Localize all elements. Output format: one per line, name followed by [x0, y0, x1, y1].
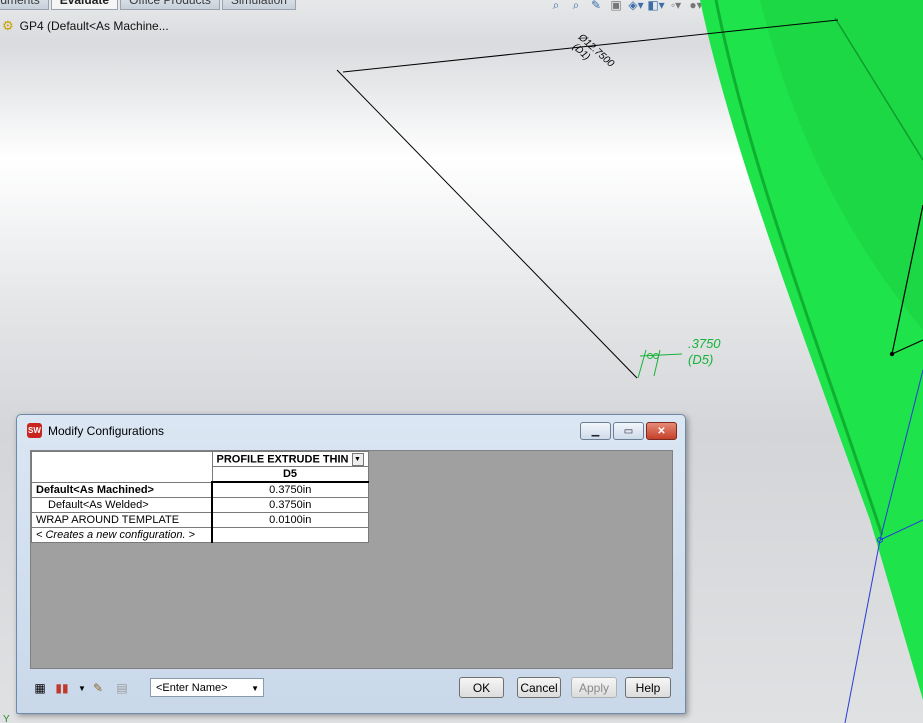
- triad-y-label: Y: [3, 714, 10, 723]
- table-row: WRAP AROUND TEMPLATE 0.0100in: [31, 512, 369, 528]
- chevron-down-icon[interactable]: ▼: [74, 680, 90, 696]
- blue-sketch-line: [844, 539, 881, 723]
- cancel-button[interactable]: Cancel: [517, 677, 561, 698]
- table-view-icon[interactable]: ▦: [32, 680, 48, 696]
- modify-configurations-dialog: SW Modify Configurations ▁ ▭ ✕ PROFILE E…: [16, 414, 686, 714]
- config-value-cell[interactable]: 0.3750in: [211, 497, 369, 513]
- config-value-cell[interactable]: 0.0100in: [211, 512, 369, 528]
- dropdown-arrow-icon[interactable]: ▼: [351, 452, 364, 466]
- table-corner: [31, 451, 213, 483]
- sketch-line: [336, 69, 638, 379]
- configuration-table-area: PROFILE EXTRUDE THIN ▼ D5 Default<As Mach…: [30, 450, 673, 669]
- ok-button[interactable]: OK: [459, 677, 504, 698]
- minimize-button[interactable]: ▁: [580, 422, 611, 440]
- config-name-cell[interactable]: Default<As Welded>: [31, 497, 213, 513]
- chevron-down-icon: ▼: [251, 684, 259, 693]
- config-name-cell[interactable]: WRAP AROUND TEMPLATE: [31, 512, 213, 528]
- dialog-title: Modify Configurations: [48, 423, 165, 438]
- configuration-table: PROFILE EXTRUDE THIN ▼ D5 Default<As Mach…: [31, 451, 369, 543]
- empty-value-cell: [211, 527, 369, 543]
- dimension-column-header[interactable]: D5: [211, 466, 369, 483]
- disk-icon[interactable]: ▤: [114, 680, 130, 696]
- close-button[interactable]: ✕: [646, 422, 677, 440]
- solidworks-logo-icon: SW: [27, 423, 42, 438]
- table-row: < Creates a new configuration. >: [31, 527, 369, 543]
- dialog-footer: ▦ ▮▮ ▼ ✎ ▤ <Enter Name> ▼ OK Cancel Appl…: [30, 677, 671, 703]
- save-table-icon[interactable]: ✎: [90, 680, 106, 696]
- dialog-titlebar[interactable]: SW Modify Configurations: [27, 423, 164, 438]
- new-configuration-cell[interactable]: < Creates a new configuration. >: [31, 527, 213, 543]
- parameters-icon[interactable]: ▮▮: [54, 680, 70, 696]
- config-name-cell[interactable]: Default<As Machined>: [31, 481, 213, 498]
- dimension-d5-value[interactable]: .3750: [688, 336, 721, 351]
- maximize-button[interactable]: ▭: [613, 422, 644, 440]
- table-row: Default<As Machined> 0.3750in: [31, 481, 369, 498]
- help-button[interactable]: Help: [625, 677, 671, 698]
- table-row: Default<As Welded> 0.3750in: [31, 497, 369, 513]
- table-name-dropdown[interactable]: <Enter Name> ▼: [150, 678, 264, 697]
- dimension-d5-name: (D5): [688, 352, 713, 367]
- apply-button[interactable]: Apply: [571, 677, 617, 698]
- feature-column-header[interactable]: PROFILE EXTRUDE THIN ▼: [211, 451, 369, 467]
- config-value-cell[interactable]: 0.3750in: [211, 481, 369, 498]
